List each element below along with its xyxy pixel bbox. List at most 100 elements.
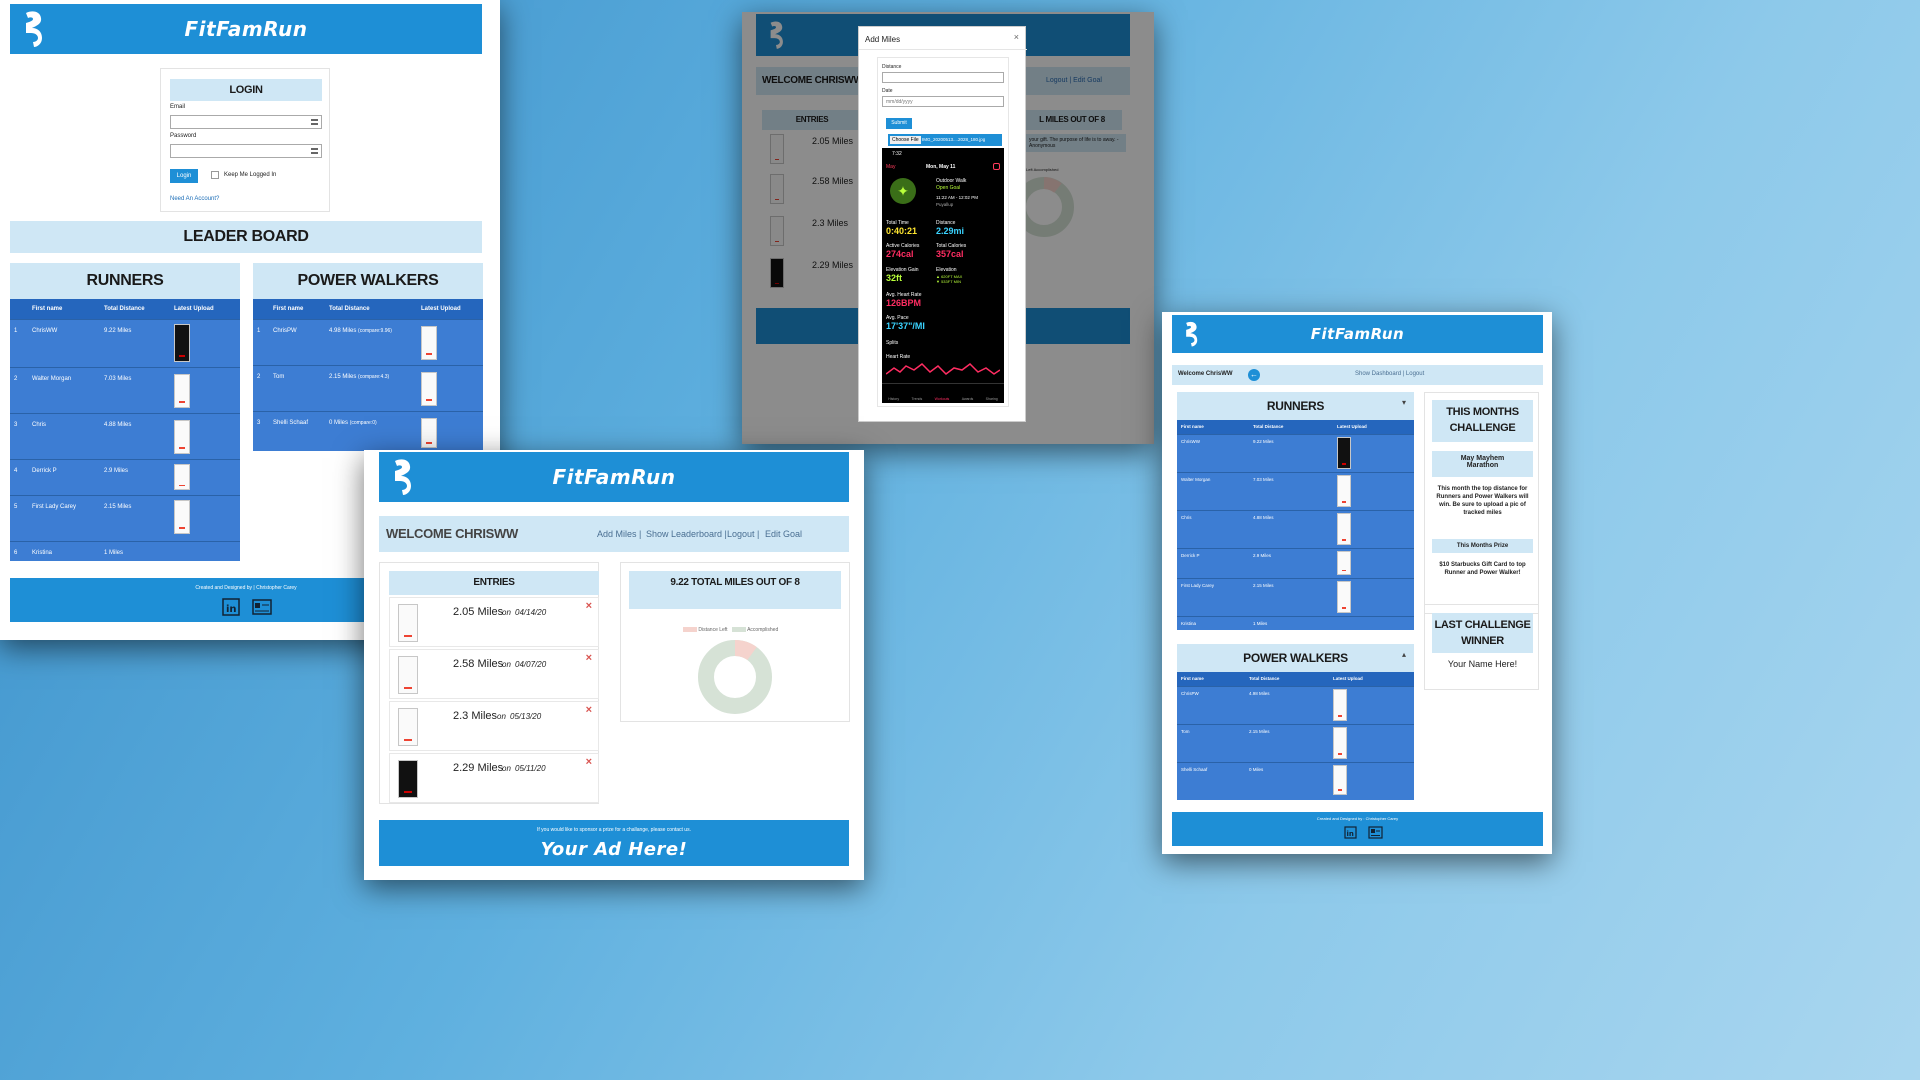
tab-workouts[interactable]: Workouts bbox=[935, 397, 950, 401]
donut-left bbox=[698, 640, 772, 714]
column-header: Latest Upload bbox=[1333, 672, 1414, 686]
footer: Created and Designed by : Christopher Ca… bbox=[1172, 812, 1543, 846]
upload-thumbnail[interactable] bbox=[1337, 512, 1351, 545]
entry-row: 2.3 Miles on 05/13/20 × bbox=[389, 701, 599, 751]
upload-thumbnail[interactable] bbox=[1337, 436, 1351, 469]
divider bbox=[859, 49, 1027, 50]
walkers-panel: POWER WALKERS First name Total Distance … bbox=[253, 263, 483, 453]
upload-thumbnail[interactable] bbox=[174, 373, 190, 408]
entry-row: 2.05 Miles on 04/14/20 × bbox=[389, 597, 599, 647]
nav-add-miles[interactable]: Add Miles | bbox=[597, 529, 641, 539]
delete-entry-icon[interactable]: × bbox=[586, 652, 592, 664]
collapse-icon[interactable]: ▾ bbox=[1402, 398, 1406, 407]
back-arrow-icon[interactable]: ← bbox=[1248, 369, 1260, 381]
portfolio-icon[interactable] bbox=[1368, 826, 1383, 839]
footer-credit: Created and Designed by : Christopher Ca… bbox=[1316, 816, 1399, 821]
tab-trends[interactable]: Trends bbox=[911, 397, 922, 401]
date-label: Date bbox=[882, 88, 893, 94]
delete-entry-icon[interactable]: × bbox=[586, 600, 592, 612]
upload-thumbnail[interactable] bbox=[1333, 688, 1347, 721]
upload-thumbnail[interactable] bbox=[421, 325, 437, 360]
table-row: Kristina 1 Miles bbox=[1177, 615, 1414, 630]
password-label: Password bbox=[170, 133, 197, 139]
table-header: First name Total Distance Latest Upload bbox=[1177, 672, 1414, 686]
upload-thumbnail[interactable] bbox=[1333, 764, 1347, 795]
choose-file-button[interactable]: Choose File bbox=[890, 136, 921, 144]
table-header: First name Total Distance Latest Upload bbox=[253, 299, 483, 319]
login-button[interactable]: Login bbox=[170, 169, 198, 183]
upload-thumbnail[interactable] bbox=[421, 417, 437, 448]
column-header: First name bbox=[1177, 420, 1253, 434]
delete-entry-icon[interactable]: × bbox=[586, 704, 592, 716]
need-account-link[interactable]: Need An Account? bbox=[170, 196, 219, 202]
upload-thumbnail[interactable] bbox=[398, 656, 418, 694]
walk-icon: ✦ bbox=[890, 178, 916, 204]
ad-text[interactable]: Your Ad Here! bbox=[379, 839, 849, 860]
upload-thumbnail[interactable] bbox=[398, 760, 418, 798]
portfolio-icon[interactable] bbox=[252, 598, 272, 616]
goal-title: 9.22 TOTAL MILES OUT OF 8 bbox=[629, 571, 841, 609]
upload-thumbnail[interactable] bbox=[174, 463, 190, 490]
nav-edit-goal[interactable]: Edit Goal bbox=[765, 529, 802, 539]
nav-show-leaderboard[interactable]: Show Leaderboard | bbox=[646, 529, 727, 539]
keep-logged-in-checkbox[interactable] bbox=[211, 171, 219, 179]
header-banner: FitFamRun bbox=[1172, 315, 1543, 353]
column-header: Total Distance bbox=[1249, 672, 1333, 686]
delete-entry-icon[interactable]: × bbox=[586, 756, 592, 768]
upload-thumbnail[interactable] bbox=[398, 708, 418, 746]
upload-thumbnail[interactable] bbox=[174, 419, 190, 454]
modal-window: WELCOME CHRISWW Logout | Edit Goal ENTRI… bbox=[742, 12, 1154, 444]
svg-text:in: in bbox=[1347, 830, 1354, 838]
header-banner: FitFamRun bbox=[10, 4, 482, 54]
nav-logout[interactable]: Logout | bbox=[727, 529, 759, 539]
entries-title: ENTRIES bbox=[389, 571, 599, 595]
right-window: FitFamRun Welcome ChrisWW ← Show Dashboa… bbox=[1162, 312, 1552, 854]
file-input[interactable]: Choose File IMG_20200513....2028_180.jpg bbox=[888, 134, 1002, 146]
prize-description: $10 Starbucks Gift Card to top Runner an… bbox=[1439, 562, 1526, 576]
login-title: LOGIN bbox=[170, 79, 322, 101]
upload-thumbnail[interactable] bbox=[1333, 726, 1347, 759]
table-row: ChrisWW 9.22 Miles bbox=[1177, 433, 1414, 472]
entry-row: 2.29 Miles on 05/11/20 × bbox=[389, 753, 599, 803]
upload-thumbnail[interactable] bbox=[421, 371, 437, 406]
email-field[interactable] bbox=[170, 115, 322, 129]
upload-thumbnail[interactable] bbox=[1337, 550, 1351, 575]
welcome-bar: WELCOME CHRISWW Add Miles | Show Leaderb… bbox=[379, 516, 849, 552]
upload-thumbnail[interactable] bbox=[1337, 474, 1351, 507]
svg-text:in: in bbox=[226, 604, 237, 615]
winner-panel: LAST CHALLENGE WINNER Your Name Here! bbox=[1424, 604, 1539, 690]
runners-title: RUNNERS bbox=[10, 263, 240, 299]
table-row: 4 Derrick P 2.9 Miles bbox=[10, 458, 240, 495]
upload-thumbnail[interactable] bbox=[174, 323, 190, 362]
distance-label: Distance bbox=[882, 64, 902, 70]
tab-sharing[interactable]: Sharing bbox=[986, 397, 998, 401]
column-header: First name bbox=[32, 299, 104, 319]
table-row: 6 Kristina 1 Miles bbox=[10, 540, 240, 561]
challenge-panel: THIS MONTHS CHALLENGE May Mayhem Maratho… bbox=[1424, 392, 1539, 614]
column-header: First name bbox=[1177, 672, 1249, 686]
submit-button[interactable]: Submit bbox=[886, 118, 912, 129]
table-row: 3 Chris 4.88 Miles bbox=[10, 412, 240, 459]
upload-thumbnail[interactable] bbox=[398, 604, 418, 642]
goal-panel: 9.22 TOTAL MILES OUT OF 8 Distance Left … bbox=[620, 562, 850, 722]
winner-title: LAST CHALLENGE WINNER bbox=[1432, 613, 1533, 653]
upload-thumbnail[interactable] bbox=[1337, 580, 1351, 613]
linkedin-icon[interactable]: in bbox=[222, 598, 240, 616]
password-field[interactable] bbox=[170, 144, 322, 158]
nav-links[interactable]: Show Dashboard | Logout bbox=[1355, 371, 1424, 377]
close-icon[interactable]: × bbox=[1014, 32, 1019, 42]
table-row: 1 ChrisPW 4.98 Miles (compare:9.96) bbox=[253, 318, 483, 365]
modal-title: Add Miles bbox=[865, 35, 901, 44]
upload-thumbnail[interactable] bbox=[174, 499, 190, 534]
date-field[interactable]: mm/dd/yyyy bbox=[882, 96, 1004, 107]
linkedin-icon[interactable]: in bbox=[1344, 826, 1357, 839]
distance-field[interactable] bbox=[882, 72, 1004, 83]
challenge-name: May Mayhem Marathon bbox=[1432, 451, 1533, 477]
workout-screenshot: 7:32 May Mon, May 11 ✦ Outdoor Walk Open… bbox=[882, 148, 1004, 403]
collapse-icon[interactable]: ▴ bbox=[1402, 650, 1406, 659]
tab-history[interactable]: History bbox=[888, 397, 899, 401]
entries-panel: ENTRIES 2.05 Miles on 04/14/20 × 2.58 Mi… bbox=[379, 562, 599, 804]
table-header: First name Total Distance Latest Upload bbox=[1177, 420, 1414, 434]
tab-awards[interactable]: Awards bbox=[962, 397, 974, 401]
table-row: 2 Walter Morgan 7.03 Miles bbox=[10, 366, 240, 413]
